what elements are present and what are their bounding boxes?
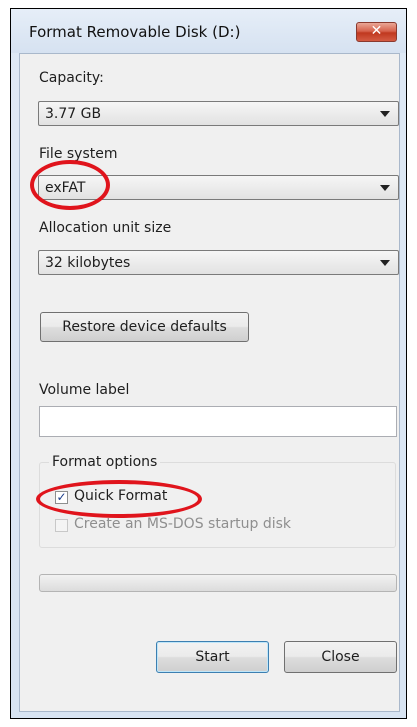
capacity-value: 3.77 GB	[45, 106, 102, 122]
msdos-startup-label: Create an MS-DOS startup disk	[74, 516, 292, 532]
start-button[interactable]: Start	[156, 641, 269, 673]
allocation-unit-dropdown[interactable]: 32 kilobytes	[38, 250, 399, 275]
annotation-circle-file-system	[30, 160, 110, 210]
volume-label-input[interactable]	[39, 406, 397, 437]
chevron-down-icon	[380, 185, 390, 191]
close-button[interactable]: Close	[284, 641, 397, 673]
chevron-down-icon	[380, 111, 390, 117]
volume-label-label: Volume label	[39, 382, 130, 398]
title-bar[interactable]: Format Removable Disk (D:) ✕	[11, 9, 406, 53]
capacity-label: Capacity:	[39, 70, 104, 86]
format-options-title: Format options	[49, 454, 161, 470]
capacity-dropdown[interactable]: 3.77 GB	[38, 101, 399, 126]
chevron-down-icon	[380, 260, 390, 266]
close-icon: ✕	[370, 23, 383, 39]
close-window-button[interactable]: ✕	[356, 22, 397, 42]
allocation-unit-label: Allocation unit size	[39, 220, 172, 236]
restore-defaults-button[interactable]: Restore device defaults	[40, 312, 249, 342]
msdos-startup-checkbox[interactable]	[55, 519, 68, 532]
window-title: Format Removable Disk (D:)	[29, 23, 241, 41]
allocation-unit-value: 32 kilobytes	[45, 255, 131, 271]
format-progress-bar	[39, 574, 397, 592]
annotation-circle-quick-format	[36, 480, 202, 518]
